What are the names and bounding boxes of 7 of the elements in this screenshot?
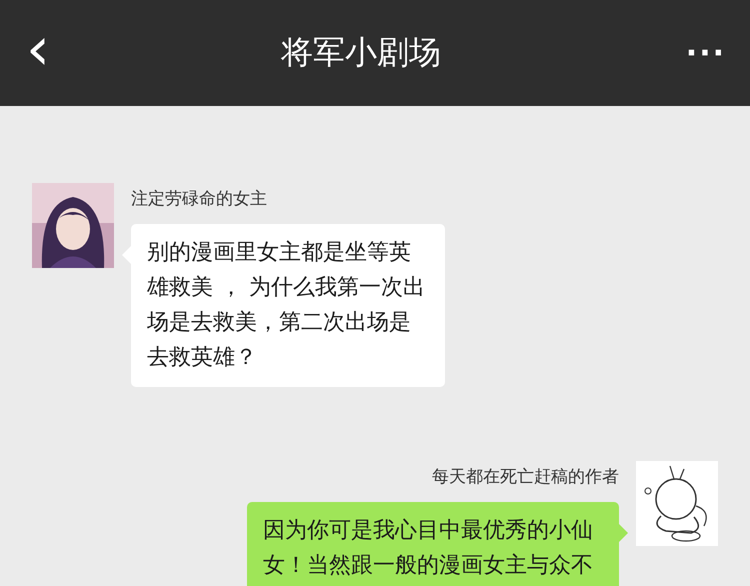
message-bubble: 别的漫画里女主都是坐等英雄救美 ， 为什么我第一次出场是去救美，第二次出场是去救英雄？ bbox=[131, 224, 445, 387]
sender-name: 注定劳碌命的女主 bbox=[131, 188, 267, 210]
more-button[interactable]: ··· bbox=[656, 36, 726, 70]
sender-name: 每天都在死亡赶稿的作者 bbox=[432, 466, 619, 488]
back-button[interactable]: ‹ bbox=[26, 19, 66, 79]
window-title: 将军小剧场 bbox=[281, 32, 441, 73]
message-bubble: 因为你可是我心目中最优秀的小仙女！当然跟一般的漫画女主与众不 bbox=[247, 502, 619, 586]
